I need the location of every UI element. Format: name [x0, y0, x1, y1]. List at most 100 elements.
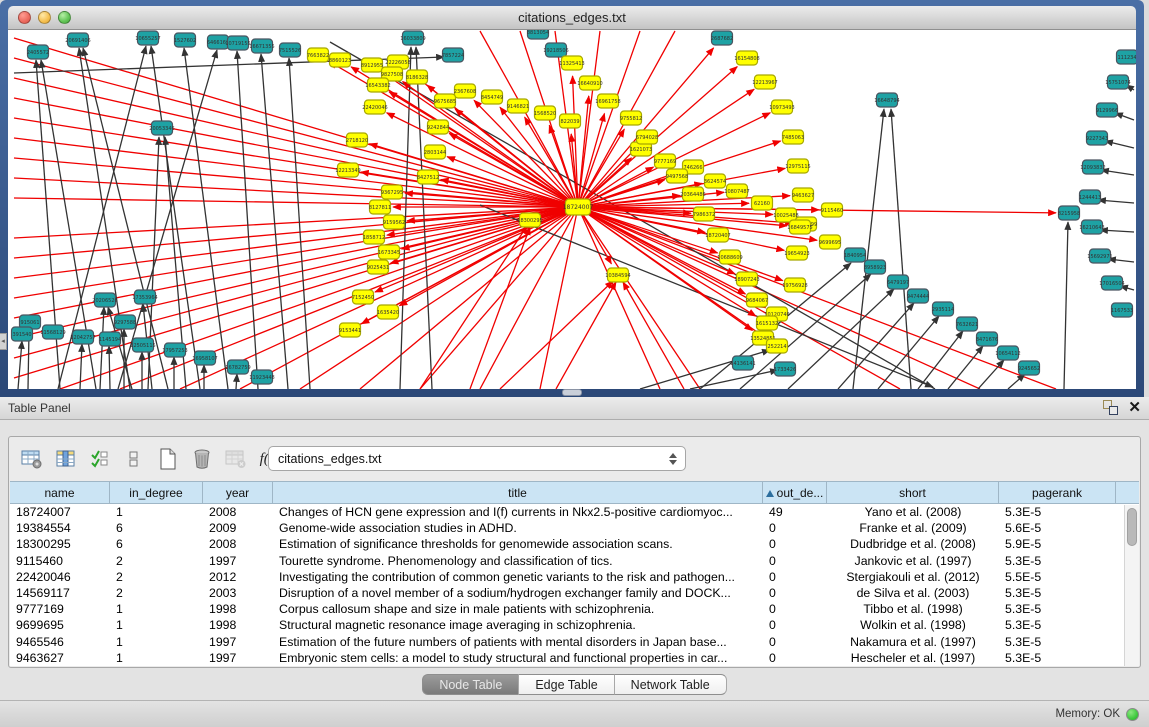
network-node[interactable]: 391540	[12, 327, 33, 341]
network-node[interactable]: 9146821	[507, 99, 529, 113]
network-node[interactable]: 16671355	[249, 39, 274, 53]
destroy-table-button[interactable]	[221, 444, 251, 474]
table-row[interactable]: 2242004622012Investigating the contribut…	[10, 569, 1139, 585]
network-node[interactable]: 9463627	[792, 188, 814, 202]
table-row[interactable]: 1456911722003Disruption of a novel membe…	[10, 585, 1139, 601]
network-node[interactable]: 2803144	[424, 145, 446, 159]
network-node[interactable]: 16154808	[734, 51, 759, 65]
network-node[interactable]: 10654112	[995, 346, 1020, 360]
network-node[interactable]: 10688609	[717, 250, 742, 264]
column-header-pagerank[interactable]: pagerank	[999, 482, 1116, 503]
network-node[interactable]: 20364486	[680, 187, 705, 201]
network-node[interactable]: 9297588	[114, 315, 136, 329]
network-node[interactable]: 16958107	[192, 351, 217, 365]
network-node[interactable]: 8186328	[406, 70, 428, 84]
network-node[interactable]: 18300295	[517, 213, 542, 227]
network-node[interactable]: 10807487	[724, 184, 749, 198]
network-node[interactable]: 1635420	[377, 305, 399, 319]
network-node[interactable]: 9675685	[434, 94, 456, 108]
table-row[interactable]: 946554611997Estimation of the future num…	[10, 634, 1139, 650]
network-node[interactable]: 9777169	[654, 154, 676, 168]
network-node[interactable]: 2935114	[932, 302, 954, 316]
network-node[interactable]: 11568129	[40, 325, 65, 339]
network-node[interactable]: 7632621	[956, 317, 978, 331]
network-node[interactable]: 111234	[1117, 50, 1137, 64]
network-node[interactable]: 16849575	[787, 220, 812, 234]
network-node[interactable]: 10655257	[135, 31, 160, 45]
network-node[interactable]: 12093832	[1080, 160, 1105, 174]
network-node[interactable]: 18720407	[705, 228, 730, 242]
network-node[interactable]: 12042757	[70, 330, 95, 344]
show-columns-button[interactable]	[51, 444, 81, 474]
network-node[interactable]: 1673345	[378, 245, 400, 259]
network-node[interactable]: 2687682	[711, 31, 733, 45]
column-header-title[interactable]: title	[273, 482, 763, 503]
network-node[interactable]: 9159562	[383, 215, 405, 229]
network-node[interactable]: 16961758	[595, 94, 620, 108]
network-node[interactable]: 18907243	[734, 272, 759, 286]
network-node[interactable]: 17957253	[162, 343, 187, 357]
network-node[interactable]: 17353964	[132, 290, 157, 304]
network-node[interactable]: 9025431	[367, 260, 389, 274]
network-node[interactable]: 10719155	[225, 36, 250, 50]
network-node[interactable]: 6479197	[887, 275, 909, 289]
network-canvas[interactable]: 2405572206914061065525715276026466162107…	[8, 30, 1136, 389]
column-header-year[interactable]: year	[203, 482, 273, 503]
network-node[interactable]: 1167533	[1111, 303, 1133, 317]
network-node[interactable]: 16640910	[577, 76, 602, 90]
network-node[interactable]: 822039	[560, 114, 581, 128]
table-source-select[interactable]: citations_edges.txt	[268, 446, 686, 471]
float-panel-icon[interactable]	[1103, 400, 1118, 415]
table-row[interactable]: 946362711997Embryonic stem cells: a mode…	[10, 650, 1139, 666]
network-node[interactable]: 20691406	[65, 33, 90, 47]
network-node[interactable]: 8813054	[527, 30, 549, 39]
network-node[interactable]: 2367608	[454, 84, 476, 98]
network-node[interactable]: 9227343	[1086, 131, 1108, 145]
network-node[interactable]: 12505115	[130, 338, 155, 352]
table-row[interactable]: 1830029562008Estimation of significance …	[10, 536, 1139, 552]
network-node[interactable]: 1840954	[844, 248, 866, 262]
network-node[interactable]: 2405572	[27, 45, 49, 59]
column-header-name[interactable]: name	[10, 482, 110, 503]
column-header-short[interactable]: short	[827, 482, 999, 503]
network-node[interactable]: 7485063	[782, 130, 804, 144]
panel-splitter-grip[interactable]	[562, 389, 582, 396]
network-node[interactable]: 9474444	[907, 289, 929, 303]
tab-edge-table[interactable]: Edge Table	[519, 674, 614, 695]
sidebar-collapse-handle[interactable]: ◂	[0, 333, 7, 350]
network-node[interactable]: 18724007	[563, 199, 594, 215]
network-node[interactable]: 1568520	[534, 106, 556, 120]
network-node[interactable]: 15692971	[1087, 249, 1112, 263]
network-node[interactable]: 7986372	[693, 207, 715, 221]
network-node[interactable]: 19218506	[543, 43, 568, 57]
network-node[interactable]: 1615132	[756, 316, 778, 330]
network-node[interactable]: 1145194	[99, 332, 121, 346]
network-node[interactable]: 8912955	[361, 58, 383, 72]
network-node[interactable]: 9245652	[1018, 361, 1040, 375]
table-scrollbar[interactable]	[1124, 505, 1139, 666]
network-node[interactable]: 1244413	[1079, 190, 1101, 204]
network-node[interactable]: 16543382	[365, 78, 390, 92]
select-rows-button[interactable]	[85, 444, 115, 474]
network-node[interactable]: 6794028	[636, 130, 658, 144]
column-header-out-de-[interactable]: out_de...	[763, 482, 827, 503]
network-node[interactable]: 1527602	[174, 33, 196, 47]
network-node[interactable]: 9684067	[746, 293, 768, 307]
network-node[interactable]: 22420046	[362, 100, 387, 114]
network-node[interactable]: 8427512	[417, 170, 439, 184]
network-node[interactable]: 2718120	[346, 133, 368, 147]
network-node[interactable]: 8860123	[329, 53, 351, 67]
network-node[interactable]: 16210643	[1079, 220, 1104, 234]
network-node[interactable]: 1733426	[774, 362, 796, 376]
network-node[interactable]: 9699695	[819, 235, 841, 249]
network-node[interactable]: 8958923	[864, 260, 886, 274]
network-node[interactable]: 12213967	[752, 75, 777, 89]
network-node[interactable]: 10384594	[605, 268, 630, 282]
network-node[interactable]: 7152450	[352, 290, 374, 304]
network-node[interactable]: 16648794	[874, 93, 899, 107]
table-row[interactable]: 1938455462009Genome-wide association stu…	[10, 520, 1139, 536]
table-row[interactable]: 969969511998Structural magnetic resonanc…	[10, 617, 1139, 633]
network-node[interactable]: 15751074	[1105, 75, 1130, 89]
network-node[interactable]: 8215958	[1058, 206, 1080, 220]
network-node[interactable]: 9153441	[339, 323, 361, 337]
